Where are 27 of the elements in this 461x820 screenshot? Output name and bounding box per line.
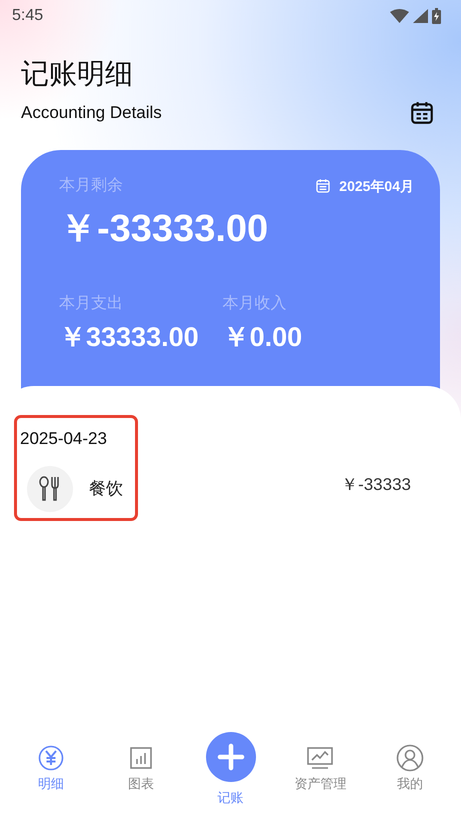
income-amount: ￥0.00 [222, 324, 302, 351]
record-date: 2025-04-23 [20, 428, 108, 450]
balance-label: 本月剩余 [59, 176, 123, 196]
page-subtitle: Accounting Details [21, 102, 162, 124]
month-label[interactable]: 2025年04月 [339, 176, 414, 196]
nav-tab[interactable]: 资产管理 [285, 744, 356, 794]
user-icon [396, 744, 424, 772]
entry-amount: ￥-33333 [341, 474, 411, 496]
expense-label: 本月支出 [59, 294, 124, 314]
expense-amount: ￥33333.00 [59, 324, 199, 351]
nav-tab[interactable]: 图表 [106, 744, 176, 794]
signal-icon [413, 9, 428, 23]
wifi-icon [390, 9, 409, 23]
category-name: 餐饮 [89, 478, 123, 500]
nav-tab[interactable]: 我的 [375, 744, 445, 794]
battery-icon [432, 8, 441, 24]
bar-chart-icon [128, 744, 153, 772]
nav-tab[interactable]: 明细 [16, 744, 86, 794]
income-label: 本月收入 [222, 294, 288, 314]
status-time: 5:45 [12, 6, 44, 26]
category-icon [27, 466, 73, 512]
yuan-icon [38, 744, 64, 772]
balance-amount: ￥-33333.00 [59, 210, 270, 248]
page-title: 记账明细 [21, 60, 134, 88]
monitor-icon [306, 744, 334, 772]
nav-tab[interactable]: 记账 [196, 732, 266, 808]
calendar-icon[interactable] [409, 100, 435, 126]
